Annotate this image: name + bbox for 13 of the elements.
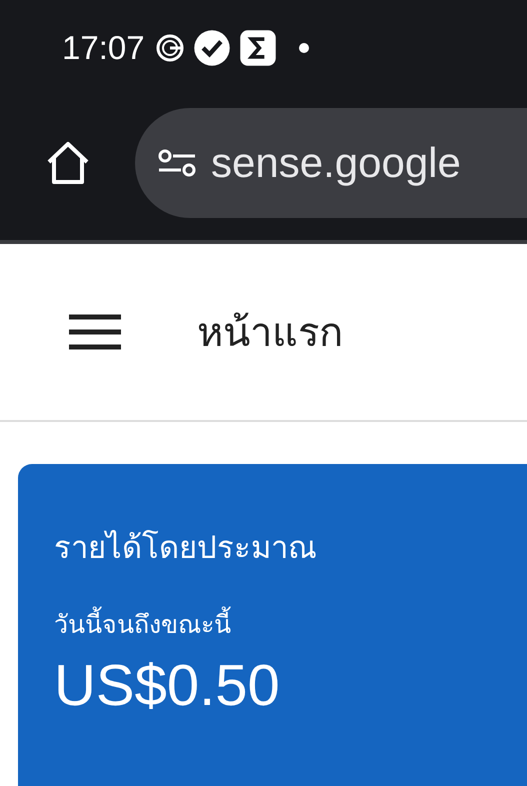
url-text: sense.google bbox=[211, 138, 461, 186]
check-circle-icon bbox=[192, 28, 231, 66]
sigma-icon bbox=[238, 28, 277, 66]
dot-icon bbox=[298, 42, 309, 52]
address-bar[interactable]: sense.google bbox=[135, 108, 527, 218]
site-settings-icon[interactable] bbox=[157, 148, 197, 178]
status-time: 17:07 bbox=[62, 28, 145, 66]
g-letter-icon bbox=[154, 32, 185, 62]
card-title: รายได้โดยประมาณ bbox=[54, 529, 317, 568]
period-label: วันนี้จนถึงขณะนี้ bbox=[54, 604, 231, 644]
menu-icon[interactable] bbox=[69, 314, 121, 350]
page-title: หน้าแรก bbox=[197, 309, 343, 358]
earnings-amount: US$0.50 bbox=[54, 652, 280, 719]
